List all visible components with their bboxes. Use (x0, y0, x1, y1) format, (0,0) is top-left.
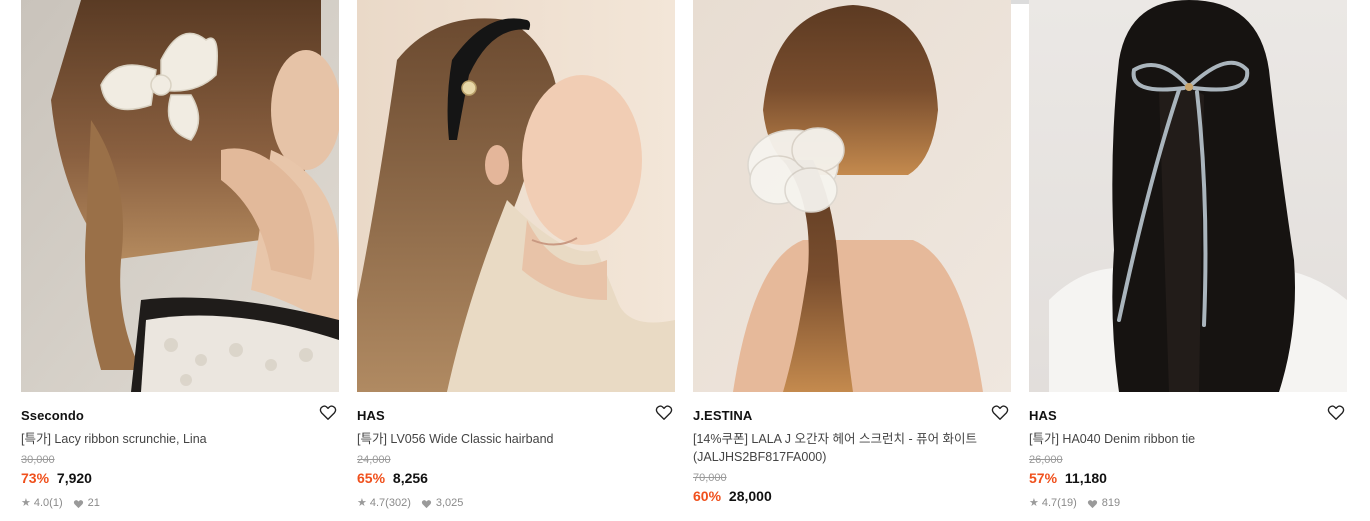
product-photo-ribbon-tie (1029, 0, 1347, 392)
review-count: (19) (1057, 497, 1077, 509)
product-card[interactable]: J.ESTINA [14%쿠폰] LALA J 오간자 헤어 스크런치 - 퓨어… (693, 0, 1011, 505)
product-card[interactable]: Ssecondo [특가] Lacy ribbon scrunchie, Lin… (21, 0, 339, 510)
rating-value: 4.0 (33, 497, 50, 509)
rating-value: 4.7 (369, 497, 386, 509)
product-grid: Ssecondo [특가] Lacy ribbon scrunchie, Lin… (0, 0, 1370, 521)
wishlist-heart-icon[interactable] (991, 404, 1011, 422)
discount-rate: 65% (357, 470, 386, 486)
review-count: (302) (385, 497, 411, 509)
sale-price: 8,256 (392, 470, 428, 486)
product-image[interactable] (1029, 0, 1347, 392)
like-count: 3,025 (435, 497, 464, 509)
discount-rate: 73% (21, 470, 50, 486)
star-icon: ★ (21, 497, 31, 509)
product-photo-black-hairband (357, 0, 675, 392)
star-icon: ★ (357, 497, 367, 509)
price-row: 65% 8,256 (357, 469, 675, 487)
review-count: (1) (49, 497, 63, 509)
product-image[interactable] (21, 0, 339, 392)
heart-filled-icon (421, 499, 432, 509)
product-image[interactable] (357, 0, 675, 392)
heart-filled-icon (1087, 499, 1098, 509)
product-card[interactable]: HAS [특가] HA040 Denim ribbon tie 26,000 5… (1029, 0, 1347, 510)
rating-value: 4.7 (1041, 497, 1058, 509)
star-icon: ★ (1029, 497, 1039, 509)
product-meta: ★ 4.0 (1) 21 (21, 497, 339, 510)
price-row: 57% 11,180 (1029, 469, 1347, 487)
original-price: 24,000 (357, 454, 391, 466)
sale-price: 28,000 (728, 488, 772, 504)
price-row: 73% 7,920 (21, 469, 339, 487)
product-photo-organza-scrunchie (693, 0, 1011, 392)
sale-price: 11,180 (1064, 470, 1107, 486)
wishlist-heart-icon[interactable] (655, 404, 675, 422)
product-photo-lace-scrunchie (21, 0, 339, 392)
brand-name[interactable]: HAS (357, 408, 385, 423)
discount-rate: 60% (693, 488, 722, 504)
sale-price: 7,920 (56, 470, 92, 486)
like-count: 21 (87, 497, 100, 509)
discount-rate: 57% (1029, 470, 1058, 486)
product-name[interactable]: [특가] LV056 Wide Classic hairband (357, 430, 675, 448)
original-price: 70,000 (693, 472, 727, 484)
brand-name[interactable]: Ssecondo (21, 408, 84, 423)
like-count: 819 (1101, 497, 1121, 509)
product-name[interactable]: [14%쿠폰] LALA J 오간자 헤어 스크런치 - 퓨어 화이트 (JAL… (693, 430, 1011, 466)
brand-name[interactable]: HAS (1029, 408, 1057, 423)
original-price: 30,000 (21, 454, 55, 466)
product-meta: ★ 4.7 (302) 3,025 (357, 497, 675, 510)
heart-filled-icon (73, 499, 84, 509)
product-image[interactable] (693, 0, 1011, 392)
brand-name[interactable]: J.ESTINA (693, 408, 752, 423)
product-name[interactable]: [특가] Lacy ribbon scrunchie, Lina (21, 430, 339, 448)
product-card[interactable]: HAS [특가] LV056 Wide Classic hairband 24,… (357, 0, 675, 510)
wishlist-heart-icon[interactable] (1327, 404, 1347, 422)
price-row: 60% 28,000 (693, 487, 1011, 505)
wishlist-heart-icon[interactable] (319, 404, 339, 422)
product-meta: ★ 4.7 (19) 819 (1029, 497, 1347, 510)
original-price: 26,000 (1029, 454, 1063, 466)
product-name[interactable]: [특가] HA040 Denim ribbon tie (1029, 430, 1347, 448)
